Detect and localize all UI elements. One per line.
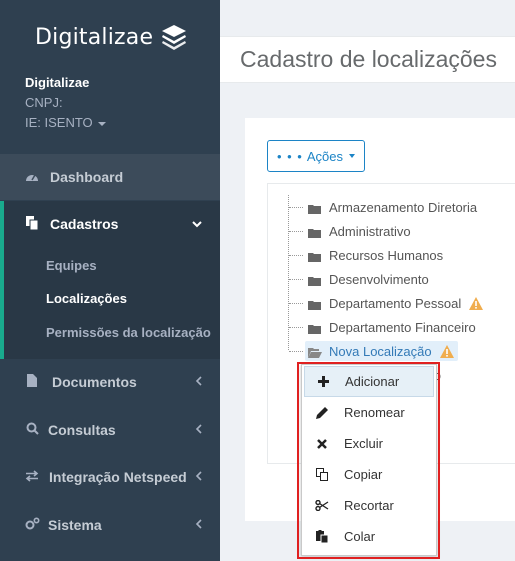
nav-cadastros-label: Cadastros: [50, 216, 119, 232]
nav-documentos[interactable]: Documentos: [0, 359, 220, 405]
company-ie-dropdown[interactable]: IE: ISENTO: [25, 113, 106, 133]
top-bar: [220, 0, 515, 36]
nav-consultas-label: Consultas: [48, 422, 116, 438]
folder-icon: [308, 226, 321, 238]
context-menu-highlight-box: [297, 362, 440, 559]
copy-docs-icon: [24, 215, 40, 233]
tree-node[interactable]: Nova Localização: [305, 341, 458, 361]
actions-dropdown-button[interactable]: • • • Ações: [267, 140, 365, 172]
tree-node-label: Armazenamento Diretoria: [329, 199, 478, 215]
tree-node[interactable]: Armazenamento Diretoria: [308, 197, 477, 217]
folder-icon: [308, 298, 321, 310]
submenu-equipes[interactable]: Equipes: [46, 258, 97, 273]
tree-node[interactable]: Desenvolvimento: [308, 269, 429, 289]
tree-connector: [289, 303, 303, 304]
nav-dashboard-label: Dashboard: [50, 169, 124, 185]
file-icon: [24, 374, 40, 390]
search-icon: [24, 422, 40, 438]
tree-node-label: Desenvolvimento: [329, 271, 429, 287]
nav-sistema-label: Sistema: [48, 517, 102, 533]
logo[interactable]: Digitalizae: [35, 22, 189, 52]
layers-logo-icon: [162, 25, 187, 50]
folder-open-icon: [308, 346, 322, 358]
chevron-left-icon: [195, 423, 202, 437]
nav-integracao[interactable]: Integração Netspeed: [0, 454, 220, 500]
submenu-localizacoes[interactable]: Localizações: [46, 291, 127, 306]
chevron-left-icon: [195, 518, 202, 532]
dots-icon: • • •: [276, 148, 303, 164]
folder-icon: [308, 250, 321, 262]
tree-connector: [289, 279, 303, 280]
tree-node[interactable]: Administrativo: [308, 221, 411, 241]
tree-connector: [289, 351, 303, 352]
nav-dashboard[interactable]: Dashboard: [0, 154, 220, 200]
tree-connector: [289, 207, 303, 208]
page-title: Cadastro de localizações: [240, 46, 497, 72]
caret-down-icon: [97, 121, 106, 126]
tree-node-label: Departamento Financeiro: [329, 319, 476, 335]
tree-node-label: Administrativo: [329, 223, 411, 239]
chevron-left-icon: [195, 375, 202, 389]
page-heading: Cadastro de localizações: [220, 36, 515, 83]
tree-node[interactable]: Departamento Financeiro: [308, 317, 476, 337]
tree-node-label: Recursos Humanos: [329, 247, 444, 263]
exchange-icon: [24, 469, 40, 485]
nav-documentos-label: Documentos: [52, 374, 137, 390]
nav-consultas[interactable]: Consultas: [0, 407, 220, 453]
tree-connector: [289, 255, 303, 256]
chevron-down-icon: [192, 217, 202, 231]
warning-icon: [439, 344, 454, 358]
chevron-left-icon: [195, 470, 202, 484]
sidebar: Digitalizae Digitalizae CNPJ: IE: ISENTO…: [0, 0, 220, 561]
tree-node-label: Departamento Pessoal: [329, 295, 462, 311]
company-ie: IE: ISENTO: [25, 115, 93, 130]
nav-integracao-label: Integração Netspeed: [49, 469, 187, 485]
actions-label: Ações: [306, 148, 344, 164]
warning-icon: [469, 296, 484, 310]
tree-node-label: Nova Localização: [329, 343, 432, 359]
nav-cadastros[interactable]: Cadastros: [0, 201, 220, 247]
tree-connector: [289, 327, 303, 328]
cogs-icon: [24, 517, 40, 533]
submenu-permissoes[interactable]: Permissões da localização: [46, 325, 211, 340]
company-info: Digitalizae CNPJ: IE: ISENTO: [25, 73, 106, 133]
folder-icon: [308, 322, 321, 334]
company-name: Digitalizae: [25, 75, 90, 90]
tree-node[interactable]: Departamento Pessoal: [308, 293, 484, 313]
dashboard-gauge-icon: [24, 170, 40, 185]
folder-icon: [308, 202, 321, 214]
tree-connector: [289, 231, 303, 232]
company-cnpj: CNPJ:: [25, 95, 63, 110]
tree-node[interactable]: Recursos Humanos: [308, 245, 443, 265]
cadastros-submenu: Equipes Localizações Permissões da local…: [0, 247, 220, 359]
caret-down-icon: [349, 154, 356, 158]
folder-icon: [308, 274, 321, 286]
nav-sistema[interactable]: Sistema: [0, 502, 220, 548]
logo-text: Digitalizae: [35, 24, 154, 50]
